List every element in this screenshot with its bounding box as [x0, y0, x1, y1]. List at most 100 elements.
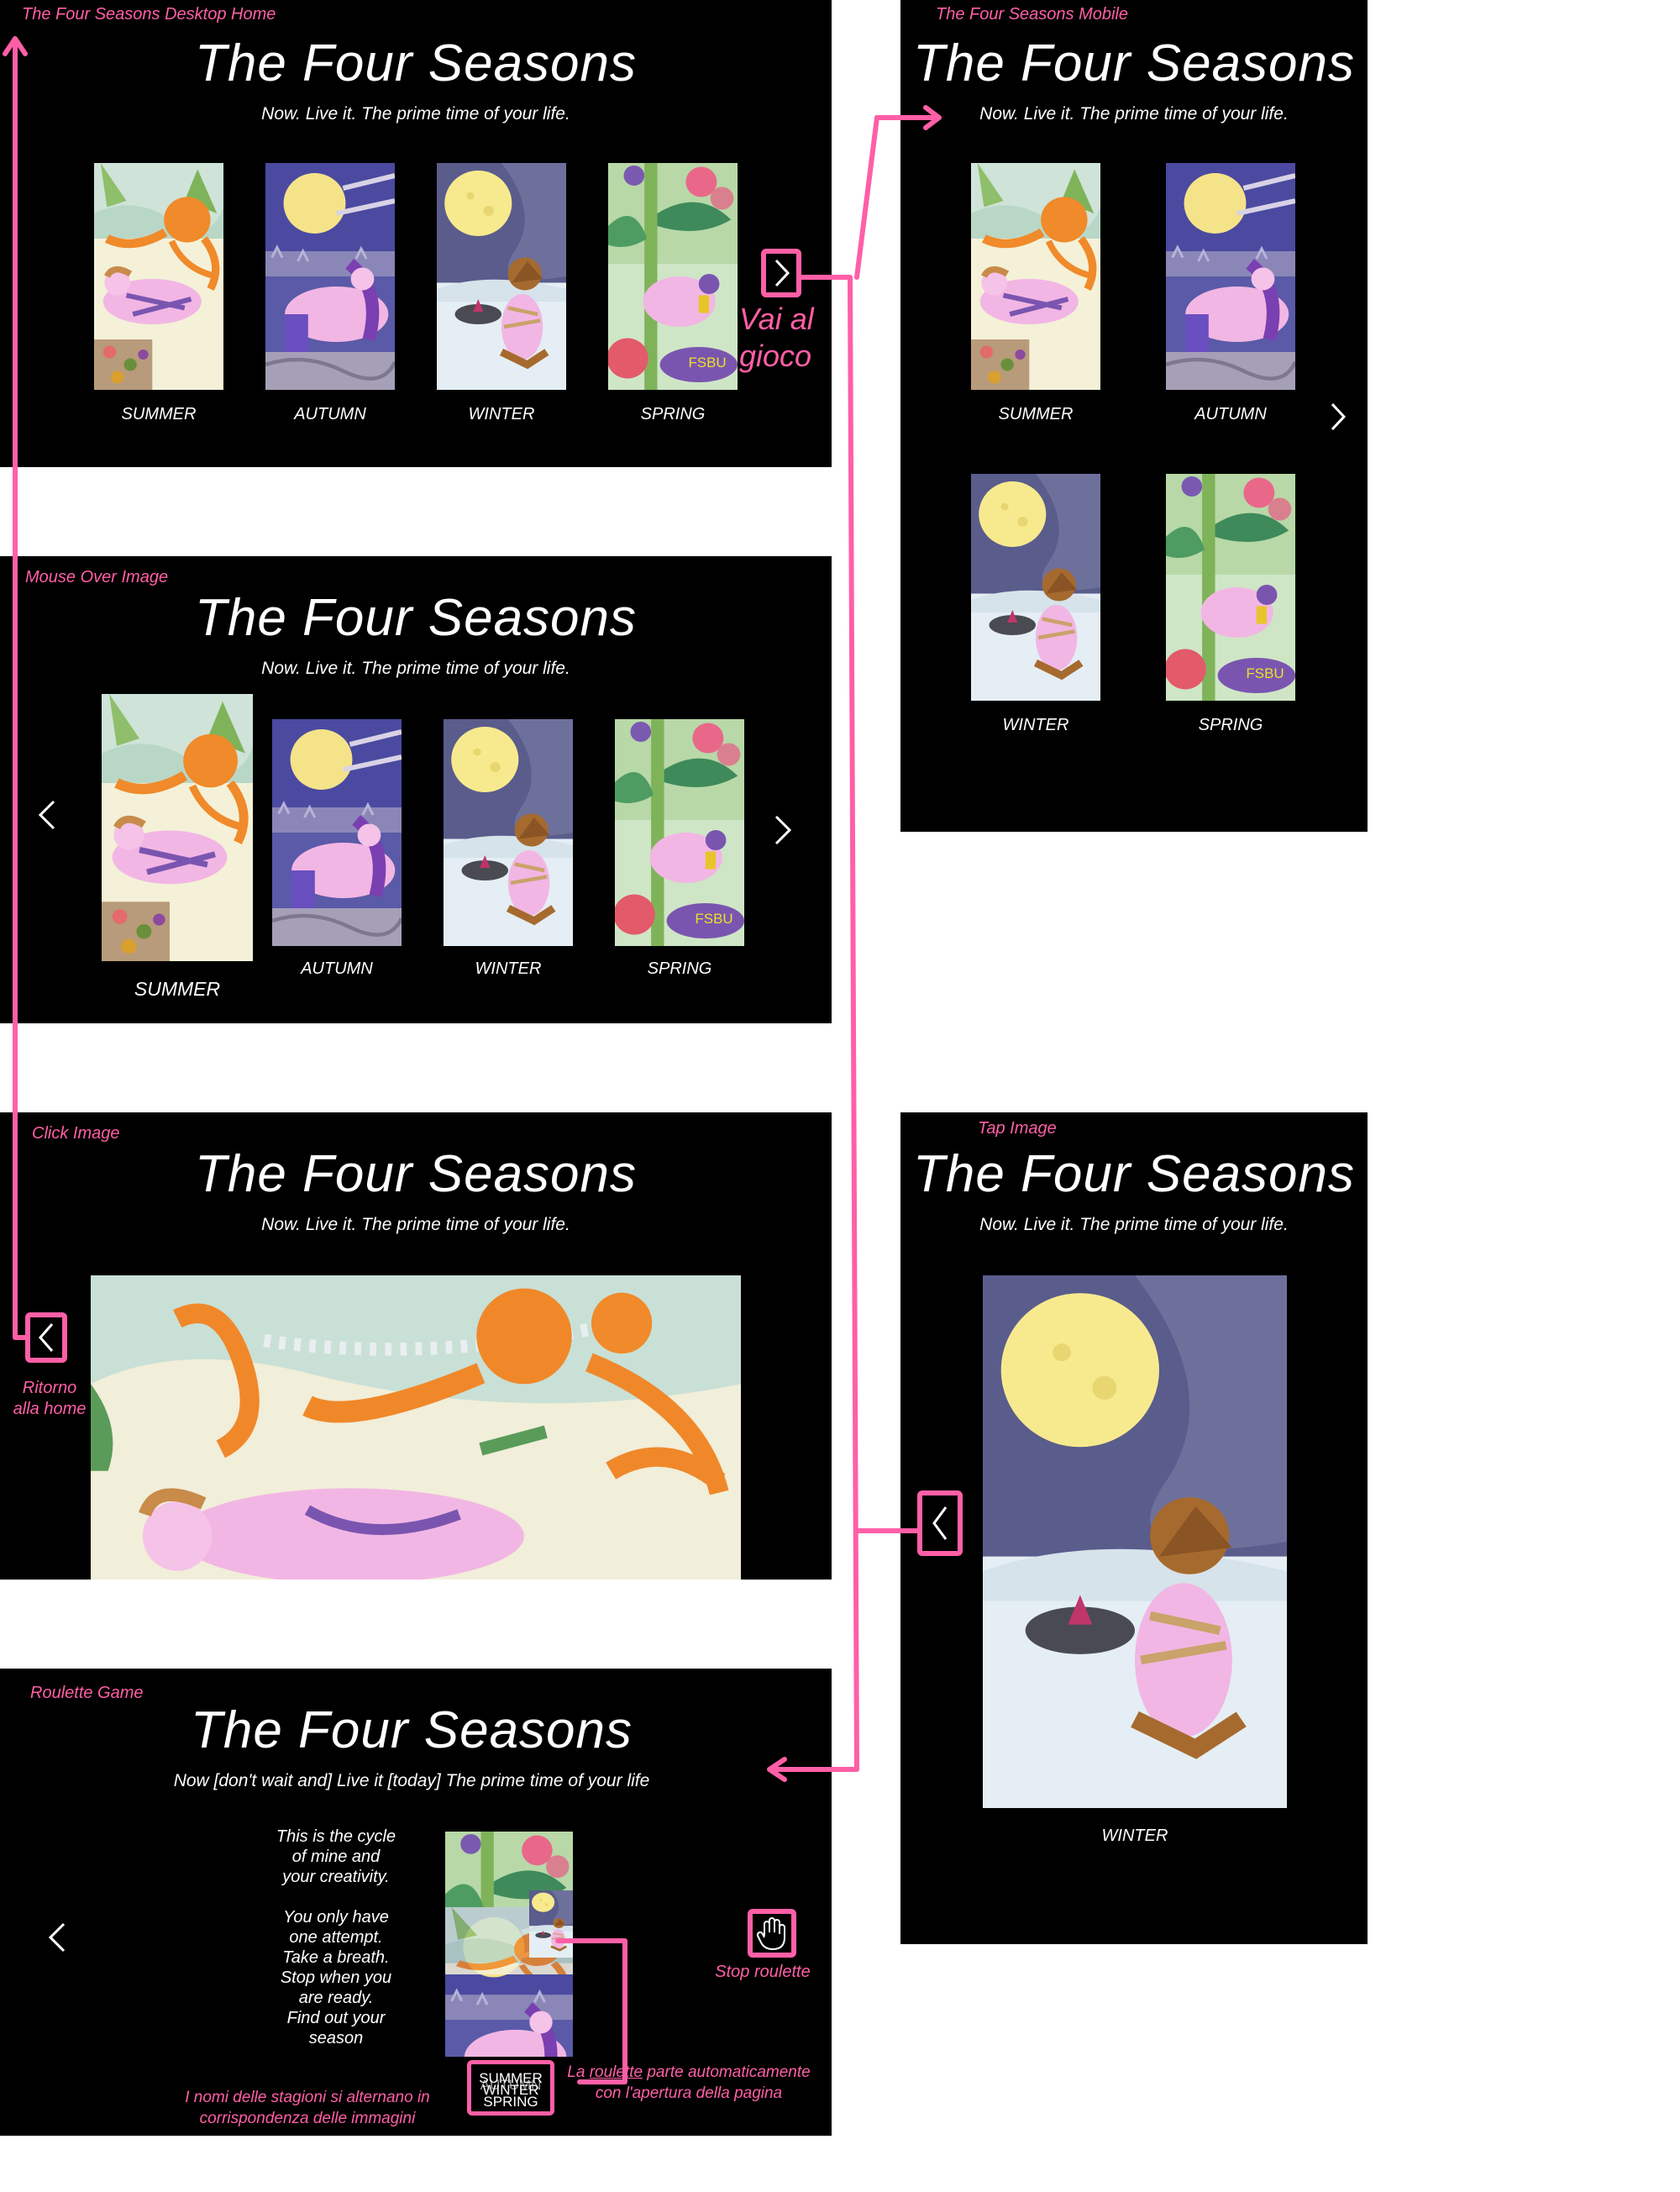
season-label: AUTUMN	[1194, 405, 1267, 423]
season-label: SPRING	[647, 959, 712, 978]
season-card-winter[interactable]	[971, 474, 1100, 701]
season-label: SPRING	[640, 405, 706, 423]
chevron-right-icon	[774, 815, 792, 845]
roulette-panel: Roulette Game The Four Seasons Now [don'…	[0, 1669, 832, 2136]
summer-image	[91, 1275, 741, 1580]
winter-image	[437, 163, 566, 390]
tap-image-panel: Tap Image The Four Seasons Now. Live it.…	[900, 1112, 1368, 1944]
chevron-left-icon	[932, 1506, 948, 1540]
intro-line: This is the cycle	[276, 1827, 396, 1846]
intro-line: Stop when you	[280, 1969, 392, 1987]
season-card-autumn[interactable]	[1166, 163, 1295, 390]
page-subtitle: Now [don't wait and] Live it [today] The…	[173, 1771, 650, 1790]
page-subtitle: Now. Live it. The prime time of your lif…	[979, 104, 1289, 124]
summer-image	[102, 694, 253, 961]
autostart-prefix: La	[567, 2063, 590, 2081]
season-label: WINTER	[475, 959, 542, 978]
season-card-summer-hover[interactable]	[102, 694, 253, 961]
cycled-season-name: SPRING	[483, 2094, 538, 2110]
season-label: AUTUMN	[294, 405, 366, 423]
season-card-spring[interactable]	[615, 719, 744, 946]
season-label: SPRING	[1198, 716, 1263, 734]
winter-image	[529, 1890, 573, 1958]
panel-label: The Four Seasons Mobile	[936, 5, 1129, 24]
panel-label: Mouse Over Image	[25, 568, 169, 586]
winter-enlarged-image	[983, 1275, 1287, 1808]
autumn-image	[272, 719, 402, 946]
stop-roulette-button[interactable]	[748, 1909, 796, 1958]
season-card-winter[interactable]	[444, 719, 573, 946]
page-subtitle: Now. Live it. The prime time of your lif…	[261, 1215, 570, 1234]
stop-roulette-label: Stop roulette	[715, 1963, 811, 1981]
intro-line: season	[308, 2029, 364, 2047]
page-subtitle: Now. Live it. The prime time of your lif…	[979, 1215, 1289, 1234]
next-annotation: Vai al gioco	[739, 302, 814, 373]
winter-image	[444, 719, 573, 946]
winter-image	[971, 474, 1100, 701]
season-name-cycler: SUMMER AUTUMN WINTER SPRING	[467, 2060, 554, 2116]
mobile-home-panel: The Four Seasons Mobile The Four Seasons…	[900, 0, 1368, 832]
prev-button[interactable]	[47, 1921, 67, 1962]
intro-line: are ready.	[298, 1989, 374, 2007]
back-button-highlight[interactable]	[25, 1312, 67, 1363]
autostart-annotation: La roulette parte automaticamente con l'…	[554, 2062, 823, 2104]
page-subtitle: Now. Live it. The prime time of your lif…	[261, 104, 570, 124]
intro-line: of mine and	[291, 1848, 381, 1866]
autumn-image	[1166, 163, 1295, 390]
intro-line: Find out your	[286, 2009, 386, 2027]
page-title: The Four Seasons	[190, 1701, 633, 1759]
back-button-highlight[interactable]	[917, 1490, 963, 1556]
roulette-link[interactable]: roulette	[590, 2063, 643, 2081]
intro-spacer	[252, 1887, 420, 1907]
summer-enlarged-image	[91, 1275, 741, 1580]
next-button[interactable]	[773, 813, 793, 854]
intro-line: your creativity.	[282, 1868, 390, 1886]
season-card-autumn[interactable]	[272, 719, 402, 946]
next-button-highlight[interactable]	[761, 249, 801, 297]
next-button[interactable]	[1329, 400, 1347, 440]
page-title: The Four Seasons	[194, 1145, 638, 1203]
season-label: SUMMER	[998, 405, 1074, 423]
season-card-summer[interactable]	[971, 163, 1100, 390]
season-card-winter[interactable]	[437, 163, 566, 390]
roulette-image-stack	[445, 1832, 573, 2057]
desktop-home-panel: The Four Seasons Desktop Home The Four S…	[0, 0, 832, 467]
spring-image	[615, 719, 744, 946]
summer-image	[971, 163, 1100, 390]
season-label: WINTER	[1002, 716, 1069, 734]
page-title: The Four Seasons	[912, 34, 1356, 92]
season-label: SUMMER	[121, 405, 197, 423]
season-label: AUTUMN	[301, 959, 373, 978]
panel-label: The Four Seasons Desktop Home	[22, 5, 276, 24]
chevron-left-icon	[39, 1323, 54, 1352]
mouseover-panel: Mouse Over Image The Four Seasons Now. L…	[0, 556, 832, 1023]
chevron-left-icon	[38, 800, 55, 830]
prev-button[interactable]	[37, 798, 57, 839]
page-subtitle: Now. Live it. The prime time of your lif…	[261, 659, 570, 678]
page-title: The Four Seasons	[194, 34, 638, 92]
spring-image	[1166, 474, 1295, 701]
back-annotation: Ritorno alla home	[13, 1379, 87, 1418]
hand-icon	[756, 1917, 785, 1950]
season-card-spring[interactable]	[608, 163, 738, 390]
season-card-summer[interactable]	[94, 163, 223, 390]
names-annotation: I nomi delle stagioni si alternano in co…	[185, 2089, 430, 2127]
panel-label: Click Image	[32, 1124, 120, 1143]
season-card-spring[interactable]	[1166, 474, 1295, 701]
chevron-right-icon	[1331, 402, 1347, 431]
page-title: The Four Seasons	[912, 1145, 1356, 1203]
chevron-right-icon	[774, 259, 790, 287]
roulette-intro: This is the cycle of mine and your creat…	[252, 1827, 420, 2048]
summer-image	[94, 163, 223, 390]
panel-label: Tap Image	[978, 1119, 1057, 1138]
season-label-hover: SUMMER	[134, 978, 221, 1000]
season-label: WINTER	[468, 405, 535, 423]
season-card-autumn[interactable]	[265, 163, 395, 390]
winter-image	[983, 1275, 1287, 1808]
spring-image	[608, 163, 738, 390]
click-image-panel: Click Image The Four Seasons Now. Live i…	[0, 1112, 832, 1580]
autumn-image	[265, 163, 395, 390]
season-label: WINTER	[1101, 1827, 1168, 1845]
intro-line: one attempt.	[289, 1928, 383, 1947]
page-title: The Four Seasons	[194, 589, 638, 647]
